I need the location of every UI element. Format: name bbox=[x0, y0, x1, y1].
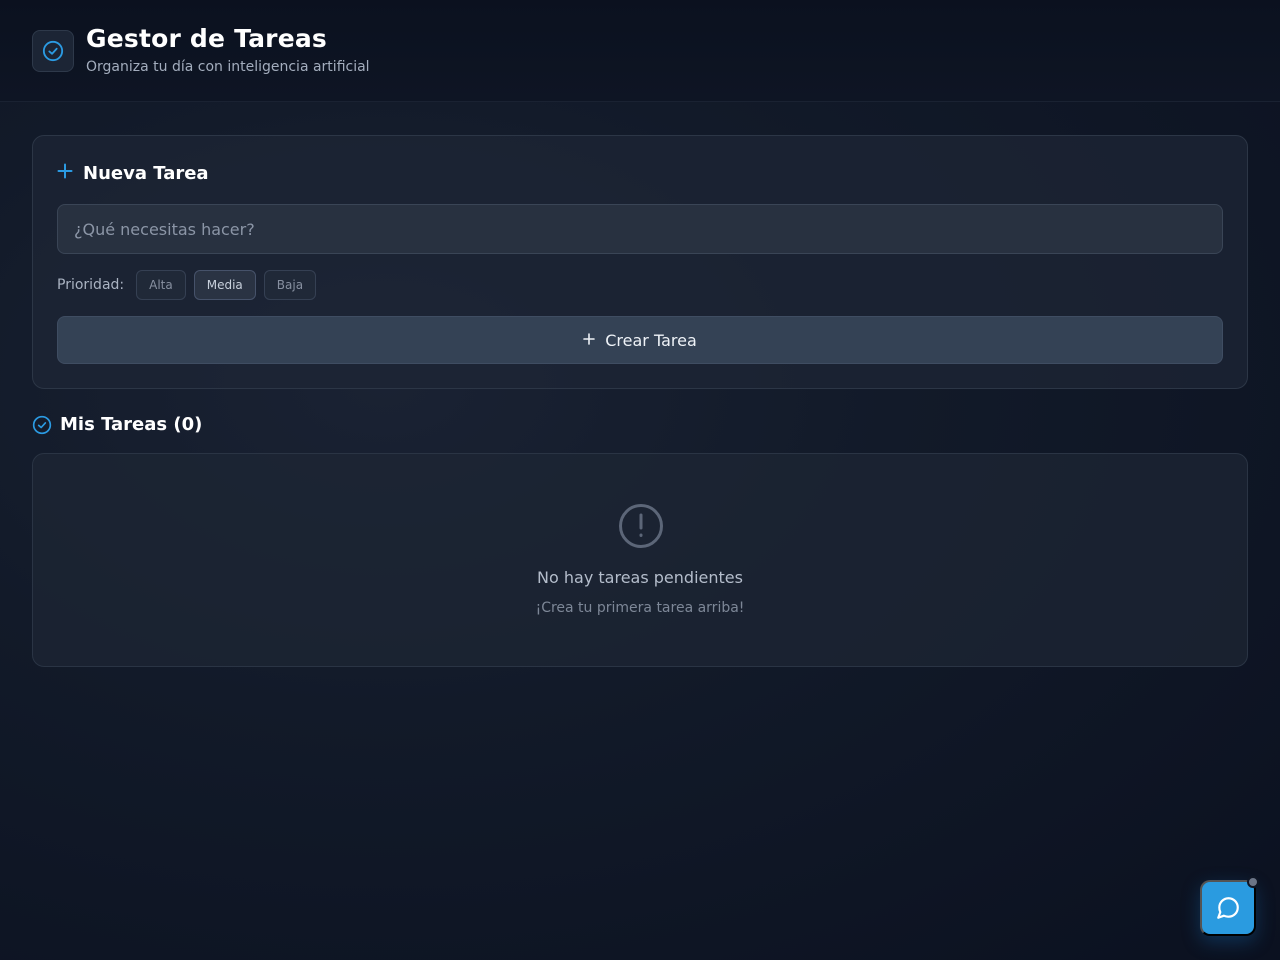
app-header: Gestor de Tareas Organiza tu día con int… bbox=[0, 0, 1280, 102]
new-task-heading: Nueva Tarea bbox=[57, 162, 209, 184]
check-circle-icon bbox=[32, 415, 52, 434]
alert-circle-icon bbox=[619, 504, 663, 548]
tasks-title: Mis Tareas (0) bbox=[60, 414, 203, 435]
chat-button[interactable] bbox=[1200, 880, 1256, 936]
create-task-button[interactable]: Crear Tarea bbox=[57, 316, 1223, 364]
task-input[interactable] bbox=[57, 204, 1223, 254]
app-subtitle: Organiza tu día con inteligencia artific… bbox=[86, 59, 370, 75]
plus-icon bbox=[57, 162, 73, 184]
priority-selector: Prioridad: Alta Media Baja bbox=[57, 270, 324, 300]
chat-status-dot bbox=[1247, 876, 1259, 888]
tasks-heading: Mis Tareas (0) bbox=[32, 414, 202, 435]
app-title: Gestor de Tareas bbox=[86, 24, 328, 53]
plus-icon bbox=[583, 331, 596, 349]
new-task-card: Nueva Tarea Prioridad: Alta Media Baja C… bbox=[32, 135, 1248, 389]
chat-bubble-icon bbox=[1217, 897, 1239, 919]
priority-alta-button[interactable]: Alta bbox=[136, 270, 186, 300]
create-task-label: Crear Tarea bbox=[605, 330, 697, 350]
empty-state-title: No hay tareas pendientes bbox=[537, 568, 743, 587]
priority-baja-button[interactable]: Baja bbox=[263, 270, 317, 300]
check-circle-icon bbox=[42, 40, 64, 62]
empty-tasks-card: No hay tareas pendientes ¡Crea tu primer… bbox=[32, 453, 1248, 667]
app-logo bbox=[32, 30, 74, 72]
new-task-title: Nueva Tarea bbox=[83, 162, 209, 184]
priority-label: Prioridad: bbox=[57, 277, 125, 293]
empty-state-subtitle: ¡Crea tu primera tarea arriba! bbox=[535, 600, 745, 616]
priority-media-button[interactable]: Media bbox=[193, 270, 256, 300]
